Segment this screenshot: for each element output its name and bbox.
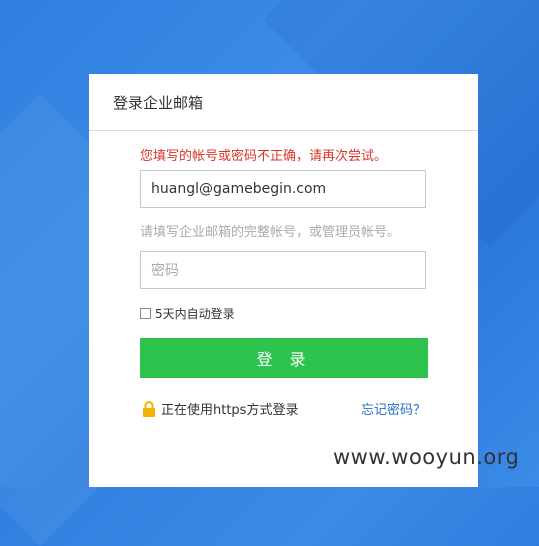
email-hint: 请填写企业邮箱的完整帐号，或管理员帐号。 [140, 225, 401, 240]
page-title: 登录企业邮箱 [113, 93, 204, 112]
remember-label: 5天内自动登录 [155, 307, 235, 321]
email-field[interactable]: huangl@gamebegin.com [140, 170, 426, 208]
password-placeholder: 密码 [151, 263, 179, 279]
https-label: 正在使用https方式登录 [161, 403, 299, 418]
login-button[interactable]: 登 录 [140, 338, 428, 378]
email-value: huangl@gamebegin.com [151, 181, 327, 197]
login-card: 登录企业邮箱 您填写的帐号或密码不正确，请再次尝试。 huangl@gamebe… [89, 74, 478, 487]
error-message: 您填写的帐号或密码不正确，请再次尝试。 [140, 149, 388, 164]
remember-me[interactable]: 5天内自动登录 [140, 305, 235, 322]
https-indicator: 正在使用https方式登录 [142, 399, 298, 418]
lock-icon [143, 400, 155, 417]
watermark: www.wooyun.org [333, 445, 520, 469]
password-field[interactable]: 密码 [140, 251, 426, 289]
remember-checkbox[interactable] [140, 308, 151, 319]
forgot-password-link[interactable]: 忘记密码？ [361, 399, 426, 418]
login-header: 登录企业邮箱 [89, 74, 478, 131]
